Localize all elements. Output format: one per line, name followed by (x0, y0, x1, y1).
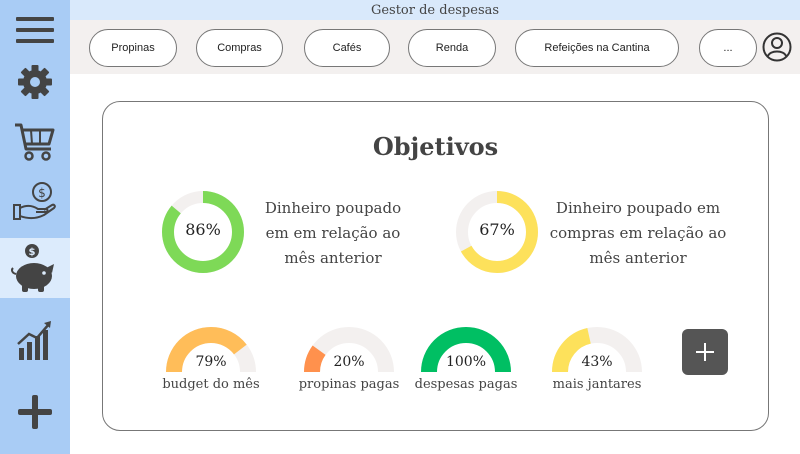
hand-coin-icon: $ (13, 182, 56, 220)
sidebar-cart-button[interactable] (0, 112, 70, 172)
goal-purchases-description: Dinheiro poupado em compras em relação a… (543, 196, 733, 271)
card-title: Objetivos (372, 132, 499, 161)
shopping-cart-icon (15, 123, 55, 161)
gauge-fees-value: 20% (333, 354, 365, 370)
plus-icon (696, 343, 714, 361)
sidebar: $ $ (0, 0, 70, 454)
sidebar-income-button[interactable]: $ (0, 172, 70, 232)
goal-savings-description: Dinheiro poupado em em relação ao mês an… (248, 196, 418, 271)
svg-text:$: $ (29, 247, 36, 258)
goals-card: Objetivos 86% Dinheiro poupado em em rel… (102, 101, 769, 431)
gauge-dinners-value: 43% (581, 354, 613, 370)
gauge-budget-value: 79% (195, 354, 227, 370)
user-profile-icon[interactable] (762, 32, 792, 62)
category-chip-compras[interactable]: Compras (196, 29, 283, 67)
category-chip-propinas[interactable]: Propinas (89, 29, 177, 67)
category-chip-cafes[interactable]: Cafés (304, 29, 390, 67)
goal-savings-line: em em relação ao (265, 224, 401, 242)
app: $ $ Gestor de despesas Propinas Compras … (0, 0, 800, 454)
piggy-bank-icon: $ (11, 244, 54, 292)
goal-savings-line: Dinheiro poupado (264, 199, 402, 217)
sidebar-savings-button[interactable]: $ (0, 238, 70, 298)
plus-icon (18, 395, 52, 429)
goal-ring-purchases-value: 67% (479, 220, 515, 239)
sidebar-add-button[interactable] (0, 382, 70, 442)
goal-purchases-line: compras em relação ao (549, 224, 727, 242)
goal-ring-savings-value: 86% (185, 220, 221, 239)
goal-savings-line: mês anterior (284, 249, 382, 267)
window-title: Gestor de despesas (70, 0, 800, 20)
goal-purchases-line: mês anterior (589, 249, 687, 267)
bar-chart-icon (17, 321, 51, 360)
gauge-fees-caption: propinas pagas (298, 377, 400, 392)
gauge-expenses-caption: despesas pagas (414, 377, 518, 392)
add-goal-button[interactable] (682, 329, 728, 375)
category-chip-renda[interactable]: Renda (408, 29, 496, 67)
sidebar-settings-button[interactable] (0, 52, 70, 112)
gauge-budget-caption: budget do mês (162, 377, 260, 392)
gear-icon (18, 65, 52, 99)
svg-text:$: $ (38, 186, 46, 200)
gauge-dinners-caption: mais jantares (552, 377, 642, 392)
gauge-expenses-value: 100% (445, 354, 487, 370)
hamburger-menu-icon (16, 17, 54, 43)
sidebar-menu-button[interactable] (0, 0, 70, 60)
goal-purchases-line: Dinheiro poupado em (555, 199, 721, 217)
category-bar: Propinas Compras Cafés Renda Refeições n… (70, 20, 800, 74)
sidebar-stats-button[interactable] (0, 310, 70, 370)
more-categories-button[interactable]: ... (699, 29, 757, 67)
category-chip-refeicoes[interactable]: Refeições na Cantina (515, 29, 679, 67)
